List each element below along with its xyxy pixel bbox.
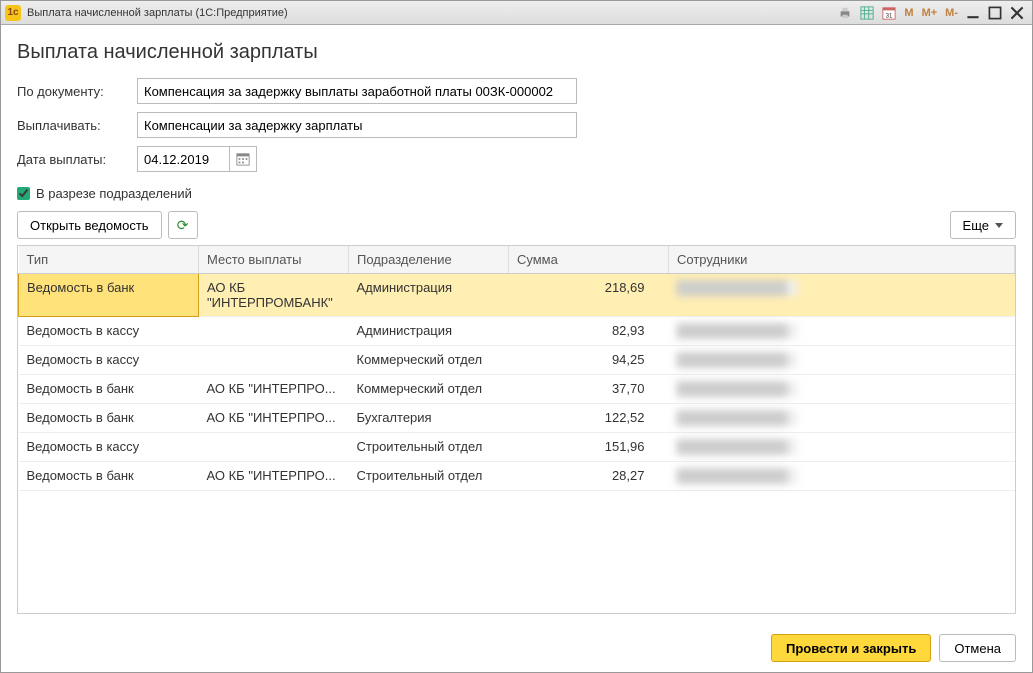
cell-department[interactable]: Коммерческий отдел [349, 375, 509, 404]
date-input[interactable] [137, 146, 229, 172]
redacted-text: ████████████ [677, 381, 797, 397]
open-statement-button[interactable]: Открыть ведомость [17, 211, 162, 239]
app-icon: 1c [5, 5, 21, 21]
cell-type[interactable]: Ведомость в банк [19, 462, 199, 491]
cell-sum[interactable]: 151,96 [509, 433, 669, 462]
redacted-text: ████████████ [677, 280, 797, 296]
col-header-place[interactable]: Место выплаты [199, 246, 349, 274]
more-button[interactable]: Еще [950, 211, 1016, 239]
footer: Провести и закрыть Отмена [1, 624, 1032, 672]
cell-employees[interactable]: ████████████ [669, 404, 1015, 433]
cell-employees[interactable]: ████████████ [669, 317, 1015, 346]
cell-sum[interactable]: 37,70 [509, 375, 669, 404]
content-area: Выплата начисленной зарплаты По документ… [1, 25, 1032, 624]
table-row[interactable]: Ведомость в кассу Коммерческий отдел94,25… [19, 346, 1015, 375]
pay-label: Выплачивать: [17, 118, 137, 133]
date-picker-button[interactable] [229, 146, 257, 172]
cell-employees[interactable]: ████████████ [669, 433, 1015, 462]
redacted-text: ████████████ [677, 352, 797, 368]
cell-place[interactable]: АО КБ "ИНТЕРПРО... [199, 462, 349, 491]
cell-type[interactable]: Ведомость в кассу [19, 346, 199, 375]
print-icon[interactable] [835, 4, 855, 22]
cell-department[interactable]: Бухгалтерия [349, 404, 509, 433]
cell-place[interactable]: АО КБ "ИНТЕРПРО... [199, 404, 349, 433]
col-header-employees[interactable]: Сотрудники [669, 246, 1015, 274]
date-label: Дата выплаты: [17, 152, 137, 167]
svg-text:31: 31 [886, 12, 893, 19]
col-header-department[interactable]: Подразделение [349, 246, 509, 274]
m-minus-button[interactable]: M- [942, 4, 961, 22]
cell-sum[interactable]: 122,52 [509, 404, 669, 433]
cell-type[interactable]: Ведомость в банк [19, 404, 199, 433]
document-input[interactable] [137, 78, 577, 104]
cell-employees[interactable]: ████████████ [669, 462, 1015, 491]
cell-sum[interactable]: 28,27 [509, 462, 669, 491]
titlebar: 1c Выплата начисленной зарплаты (1С:Пред… [1, 1, 1032, 25]
cell-sum[interactable]: 82,93 [509, 317, 669, 346]
m-plus-button[interactable]: M+ [919, 4, 941, 22]
cell-employees[interactable]: ████████████ [669, 375, 1015, 404]
redacted-text: ████████████ [677, 410, 797, 426]
maximize-button[interactable] [985, 4, 1005, 22]
pay-input[interactable] [137, 112, 577, 138]
cell-place[interactable] [199, 433, 349, 462]
cell-place[interactable]: АО КБ "ИНТЕРПРО... [199, 375, 349, 404]
cancel-button[interactable]: Отмена [939, 634, 1016, 662]
redacted-text: ████████████ [677, 468, 797, 484]
refresh-button[interactable]: ⟳ [168, 211, 198, 239]
cell-place[interactable] [199, 346, 349, 375]
minimize-button[interactable] [963, 4, 983, 22]
m-button[interactable]: M [901, 4, 916, 22]
document-label: По документу: [17, 84, 137, 99]
cell-type[interactable]: Ведомость в кассу [19, 433, 199, 462]
table-row[interactable]: Ведомость в банкАО КБ "ИНТЕРПРО...Бухгал… [19, 404, 1015, 433]
close-button[interactable] [1007, 4, 1027, 22]
cell-department[interactable]: Строительный отдел [349, 462, 509, 491]
cell-place[interactable]: АО КБ "ИНТЕРПРОМБАНК" [199, 274, 349, 317]
table-row[interactable]: Ведомость в кассу Администрация82,93 █████… [19, 317, 1015, 346]
cell-department[interactable]: Администрация [349, 317, 509, 346]
col-header-type[interactable]: Тип [19, 246, 199, 274]
cell-department[interactable]: Строительный отдел [349, 433, 509, 462]
by-departments-checkbox[interactable] [17, 187, 30, 200]
cell-department[interactable]: Коммерческий отдел [349, 346, 509, 375]
cell-place[interactable] [199, 317, 349, 346]
table-row[interactable]: Ведомость в банкАО КБ "ИНТЕРПРОМБАНК"Адм… [19, 274, 1015, 317]
refresh-icon: ⟳ [177, 217, 189, 234]
table: Тип Место выплаты Подразделение Сумма Со… [17, 245, 1016, 614]
cell-employees[interactable]: ████████████ [669, 346, 1015, 375]
table-row[interactable]: Ведомость в кассу Строительный отдел151,9… [19, 433, 1015, 462]
redacted-text: ████████████ [677, 323, 797, 339]
calendar-icon[interactable]: 31 [879, 4, 899, 22]
redacted-text: ████████████ [677, 439, 797, 455]
table-row[interactable]: Ведомость в банкАО КБ "ИНТЕРПРО...Строит… [19, 462, 1015, 491]
cell-type[interactable]: Ведомость в банк [19, 274, 199, 317]
cell-sum[interactable]: 218,69 [509, 274, 669, 317]
col-header-sum[interactable]: Сумма [509, 246, 669, 274]
cell-type[interactable]: Ведомость в банк [19, 375, 199, 404]
submit-button[interactable]: Провести и закрыть [771, 634, 931, 662]
by-departments-label: В разрезе подразделений [36, 186, 192, 201]
cell-employees[interactable]: ████████████ [669, 274, 1015, 317]
page-title: Выплата начисленной зарплаты [17, 41, 1016, 64]
cell-type[interactable]: Ведомость в кассу [19, 317, 199, 346]
cell-sum[interactable]: 94,25 [509, 346, 669, 375]
app-window: 1c Выплата начисленной зарплаты (1С:Пред… [0, 0, 1033, 673]
window-title: Выплата начисленной зарплаты (1С:Предпри… [27, 7, 288, 19]
table-row[interactable]: Ведомость в банкАО КБ "ИНТЕРПРО...Коммер… [19, 375, 1015, 404]
table-icon[interactable] [857, 4, 877, 22]
cell-department[interactable]: Администрация [349, 274, 509, 317]
